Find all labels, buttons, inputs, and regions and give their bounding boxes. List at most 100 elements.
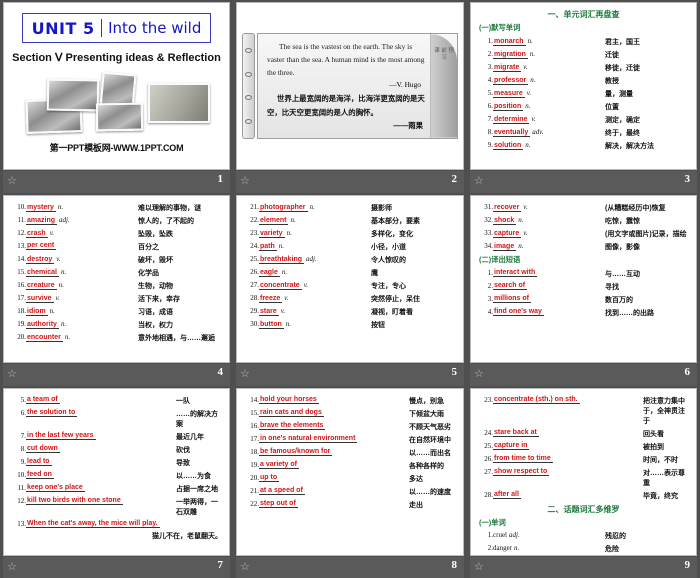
row-term: destroy v. — [26, 253, 138, 266]
answer-blank: hold your horses — [259, 395, 319, 404]
vocab-row: 18. be famous/known for 以……而出名 — [244, 446, 456, 459]
quote-card: The sea is the vastest on the earth. The… — [257, 33, 458, 139]
slide-7[interactable]: 5. a team of 一队 6. the solution to ……的解决方案 7. i… — [3, 388, 230, 556]
part-of-speech: v. — [523, 228, 528, 237]
row-number: 3. — [487, 295, 493, 304]
vocab-row: 15. rain cats and dogs 下倾盆大雨 — [244, 407, 456, 420]
row-number: 34. — [484, 241, 493, 250]
slide-1[interactable]: UNIT 5 Into the wild Section Ⅴ Presenting … — [3, 2, 230, 170]
vocab-row: 21. photographer n. 摄影师 — [244, 201, 456, 214]
vocab-row: 3. migrate v. 移徙，迁徙 — [478, 61, 689, 74]
row-number: 9. — [20, 457, 26, 466]
binder-ring-icon — [245, 47, 252, 53]
answer-blank: recover — [493, 203, 522, 212]
vocab-row: 33. capture v. (用文字或图片)记录，描绘 — [478, 227, 689, 240]
vocab-row: 12. crash v. 坠毁，坠跌 — [11, 227, 222, 240]
star-icon: ☆ — [7, 175, 17, 187]
row-number: 15. — [250, 408, 259, 417]
row-number: 22. — [250, 215, 259, 224]
row-meaning: 鹰 — [371, 270, 378, 278]
row-term: rain cats and dogs — [259, 407, 409, 420]
row-meaning: 回头看 — [643, 430, 664, 438]
slide-cell-3: 一、单元词汇再盘查 (一)默写单词 1. monarch n. 君主，国王 2. migrat… — [467, 0, 700, 193]
row-meaning: 活下来，幸存 — [138, 296, 180, 304]
vocab-row: 11. amazing adj. 惊人的，了不起的 — [11, 214, 222, 227]
vocab-row: 9. solution n. 解决，解决方法 — [478, 140, 689, 153]
answer-blank: step out of — [259, 500, 298, 509]
star-icon: ☆ — [240, 561, 250, 573]
unit-name: Into the wild — [108, 19, 202, 37]
slide-8[interactable]: 14. hold your horses 慢点，别急 15. rain cats and… — [236, 388, 464, 556]
row-meaning: 百分之 — [138, 243, 159, 251]
slide-cell-9: 23. concentrate (sth.) on sth. 把注意力集中于，全神贯… — [467, 386, 700, 578]
row-term: concentrate v. — [259, 280, 371, 293]
row-meaning: 最近几年 — [176, 433, 204, 441]
vocab-row: 28. after all 毕竟，终究 — [478, 489, 689, 502]
part-of-speech: n. — [529, 49, 536, 58]
binder-ring-icon — [245, 119, 252, 125]
row-meaning: 小径，小道 — [371, 243, 406, 251]
star-icon: ☆ — [240, 175, 250, 187]
row-meaning: 以……的速度 — [409, 489, 451, 497]
vocab-row: 28. freeze v. 突然停止，呆住 — [244, 293, 456, 306]
slide-3[interactable]: 一、单元词汇再盘查 (一)默写单词 1. monarch n. 君主，国王 2. migrat… — [470, 2, 697, 170]
part-of-speech: adv. — [532, 128, 544, 137]
row-number: 28. — [250, 294, 259, 303]
row-meaning: 毕竟，终究 — [643, 493, 678, 501]
slide-9[interactable]: 23. concentrate (sth.) on sth. 把注意力集中于，全神贯… — [470, 388, 697, 556]
vocab-row: 26. from time to time 时间，不时 — [478, 453, 689, 466]
row-term: breathtaking adj. — [259, 253, 371, 266]
row-number: 10. — [17, 471, 26, 480]
row-number: 21. — [250, 202, 259, 211]
answer-blank: after all — [493, 491, 521, 500]
row-term: solution n. — [493, 140, 605, 153]
row-term: shock n. — [493, 214, 605, 227]
slide-2[interactable]: The sea is the vastest on the earth. The… — [236, 2, 464, 170]
row-meaning: 凝视，盯着看 — [371, 309, 413, 317]
part-of-speech: n. — [290, 215, 296, 224]
row-term: eventually adv. — [493, 127, 605, 140]
row-meaning: 寻找 — [605, 284, 619, 292]
vocab-table: 14. hold your horses 慢点，别急 15. rain cats and… — [244, 394, 456, 512]
row-number: 23. — [250, 228, 259, 237]
vocab-table: 31. recover v. (从糟糕经历中)恢复 32. shock n. 吃惊，震惊 33.… — [478, 201, 689, 253]
row-meaning: 被拍到 — [643, 443, 664, 451]
answer-blank: concentrate (sth.) on sth. — [493, 395, 580, 404]
vocab-row: 3. millions of 数百万的 — [478, 294, 689, 307]
vocab-row: 13. When the cat's away, the mice will pl… — [11, 519, 222, 530]
vocab-row: 22. element n. 基本部分，要素 — [244, 214, 456, 227]
part-of-speech: n. — [518, 215, 524, 224]
part-of-speech: n. — [60, 320, 67, 329]
vocab-row: 6. position n. 位置 — [478, 100, 689, 113]
answer-blank: stare back at — [493, 428, 539, 437]
part-of-speech: n. — [58, 281, 64, 290]
row-term: element n. — [259, 214, 371, 227]
vocab-row: 2. danger n. 危险 — [478, 543, 689, 555]
vocab-row: 7. in the last few years 最近几年 — [11, 430, 222, 443]
part-of-speech: v. — [531, 115, 536, 124]
row-number: 4. — [487, 308, 493, 317]
row-number: 14. — [250, 395, 259, 404]
row-meaning: 移徙，迁徙 — [605, 64, 640, 72]
answer-blank: migrate — [493, 63, 522, 72]
row-number: 15. — [17, 268, 26, 277]
row-number: 17. — [250, 434, 259, 443]
slide-5[interactable]: 21. photographer n. 摄影师 22. element n. 基本部分，要素 2… — [236, 195, 464, 363]
part-of-speech: n. — [57, 202, 64, 211]
slide-4[interactable]: 10. mystery n. 难以理解的事物，谜 11. amazing adj. 惊人的，了… — [3, 195, 230, 363]
row-term: be famous/known for — [259, 446, 409, 459]
row-term: photographer n. — [259, 201, 371, 214]
vocab-row: 5. a team of 一队 — [11, 394, 222, 407]
row-meaning: 位置 — [605, 104, 619, 112]
row-number: 8. — [20, 444, 26, 453]
row-meaning: 数百万的 — [605, 297, 633, 305]
slide-6[interactable]: 31. recover v. (从糟糕经历中)恢复 32. shock n. 吃惊，震惊 33.… — [470, 195, 697, 363]
watermark-text: 第一PPT模板网-WWW.1PPT.COM — [49, 143, 184, 153]
answer-blank: a variety of — [259, 461, 299, 470]
vocab-row: 2. search of 寻找 — [478, 280, 689, 293]
answer-blank: capture — [493, 229, 522, 238]
vocab-row: 34. image n. 图像，影像 — [478, 240, 689, 253]
answer-blank: path — [259, 242, 277, 251]
row-number: 1. — [487, 36, 493, 45]
row-number: 3. — [487, 62, 493, 71]
